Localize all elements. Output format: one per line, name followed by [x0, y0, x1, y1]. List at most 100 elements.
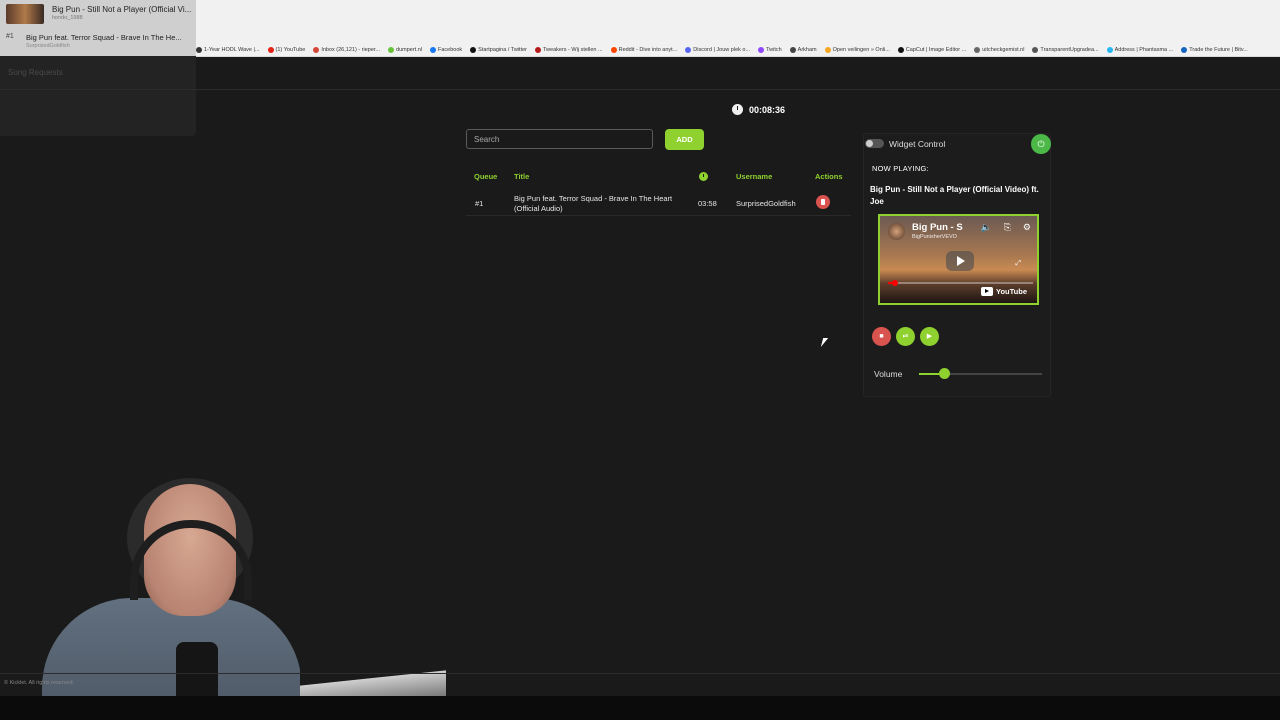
bookmark-favicon-icon — [267, 46, 274, 53]
bookmark-item[interactable]: TransparentUpgradea... — [1032, 44, 1099, 55]
bookmark-label: CapCut | Image Editor ... — [905, 46, 967, 53]
now-playing-thumbnail — [6, 4, 44, 24]
bookmark-favicon-icon — [758, 46, 765, 53]
bookmark-item[interactable]: Startpagina / Twitter — [470, 44, 527, 55]
bookmark-label: TransparentUpgradea... — [1040, 46, 1099, 53]
bookmark-favicon-icon — [1032, 46, 1039, 53]
clock-icon — [732, 104, 743, 115]
play-control-button[interactable]: ▶ — [920, 327, 939, 346]
song-title-line-1: Big Pun feat. Terror Squad - Brave In Th… — [514, 194, 673, 203]
bookmark-label: Arkham — [797, 46, 817, 53]
media-popover-title: Big Pun - Still Not a Player (Official V… — [52, 5, 192, 14]
bookmark-label: Startpagina / Twitter — [478, 46, 527, 53]
song-requests-label: Song Requests — [8, 68, 63, 77]
bookmark-label: 1-Year HODL Wave |... — [204, 46, 260, 53]
bookmark-item[interactable]: Open veilingen » Onli... — [824, 44, 890, 55]
bookmark-label: Tweakers - Wij stellen ... — [542, 46, 603, 53]
bookmark-label: Reddit - Dive into anyt... — [618, 46, 678, 53]
fullscreen-icon[interactable]: ⤢ — [1015, 260, 1021, 268]
bookmark-favicon-icon — [1106, 46, 1113, 53]
bookmark-label: uitcheckgemist.nl — [982, 46, 1025, 53]
bookmarks-list: 1-Year HODL Wave |... (1) YouTube Inbox (2… — [196, 44, 1248, 55]
search-input[interactable] — [466, 129, 653, 149]
bookmark-label: (1) YouTube — [275, 46, 306, 53]
media-popover[interactable]: Big Pun - Still Not a Player (Official V… — [0, 0, 196, 136]
youtube-logo[interactable]: YouTube — [981, 287, 1027, 296]
bookmark-label: dumpert.nl — [396, 46, 423, 53]
volume-label: Volume — [874, 369, 903, 379]
settings-icon[interactable]: ⚙ — [1023, 222, 1031, 233]
media-popover-queue-number: #1 — [6, 33, 14, 40]
add-button[interactable]: ADD — [665, 129, 704, 150]
bookmark-favicon-icon — [430, 46, 437, 53]
bookmark-item[interactable]: Facebook — [430, 44, 462, 55]
column-header-queue: Queue — [474, 172, 498, 181]
requester-username: SurprisedGoldfish — [736, 199, 796, 208]
pause-skip-button[interactable]: ⏯ — [896, 327, 915, 346]
stop-button[interactable]: ■ — [872, 327, 891, 346]
media-popover-header: Big Pun - Still Not a Player (Official V… — [0, 0, 196, 56]
widget-panel: Widget Control ⏻ NOW PLAYING: Big Pun - … — [863, 133, 1051, 397]
now-playing-title: Big Pun - Still Not a Player (Official V… — [870, 185, 1039, 206]
video-channel: BigPunisherVEVO — [912, 234, 957, 240]
bookmark-item[interactable]: (1) YouTube — [267, 44, 306, 55]
bookmark-item[interactable]: Arkham — [789, 44, 817, 55]
bookmark-item[interactable]: Discord | Jouw plek o... — [685, 44, 750, 55]
video-title: Big Pun - S — [912, 222, 963, 233]
bookmark-item[interactable]: Inbox (26,121) - rieper... — [313, 44, 380, 55]
bottom-bar — [0, 696, 1280, 720]
mute-icon[interactable]: 🔈 — [981, 222, 992, 233]
youtube-wordmark: YouTube — [996, 287, 1027, 296]
session-timer: 00:08:36 — [732, 104, 785, 115]
media-popover-queue-title: Big Pun feat. Terror Squad - Brave In Th… — [26, 33, 182, 42]
bookmark-item[interactable]: Tweakers - Wij stellen ... — [534, 44, 603, 55]
bookmark-item[interactable]: Trade the Future | Bitv... — [1181, 44, 1248, 55]
delete-button[interactable] — [816, 195, 830, 209]
video-progress-bar[interactable] — [888, 280, 1033, 286]
header-divider — [0, 89, 1280, 90]
now-playing-label: NOW PLAYING: — [872, 164, 929, 173]
bookmark-favicon-icon — [789, 46, 796, 53]
footer-copyright: © Kicklet. All rights reserved. — [4, 680, 75, 686]
column-header-title: Title — [514, 172, 530, 181]
bookmark-item[interactable]: dumpert.nl — [388, 44, 422, 55]
footer-divider — [0, 673, 1280, 674]
song-title-line-2: (Official Audio) — [514, 204, 563, 213]
youtube-play-icon — [981, 287, 994, 296]
bookmark-item[interactable]: 1-Year HODL Wave |... — [196, 44, 260, 55]
bookmark-favicon-icon — [897, 46, 904, 53]
queue-position: #1 — [475, 199, 484, 208]
bookmark-item[interactable]: CapCut | Image Editor ... — [897, 44, 967, 55]
song-duration: 03:58 — [698, 199, 717, 208]
media-popover-subtitle: hondo_1988 — [52, 15, 83, 21]
bookmark-item[interactable]: uitcheckgemist.nl — [974, 44, 1024, 55]
youtube-player[interactable]: Big Pun - S BigPunisherVEVO 🔈 ⎘ ⚙ ⤢ YouT… — [878, 214, 1039, 305]
bookmark-item[interactable]: Twitch — [758, 44, 782, 55]
video-progress-handle[interactable] — [892, 280, 899, 286]
bookmark-favicon-icon — [470, 46, 477, 53]
volume-slider[interactable] — [919, 368, 1042, 379]
power-button[interactable]: ⏻ — [1031, 134, 1051, 154]
bookmark-favicon-icon — [610, 46, 617, 53]
bookmark-favicon-icon — [196, 46, 202, 53]
bookmark-favicon-icon — [685, 46, 692, 53]
bookmark-favicon-icon — [1181, 46, 1188, 53]
timer-value: 00:08:36 — [749, 104, 786, 115]
widget-control-label: Widget Control — [889, 139, 946, 149]
bookmark-label: Open veilingen » Onli... — [832, 46, 890, 53]
bookmark-label: Twitch — [766, 46, 782, 53]
volume-handle[interactable] — [938, 368, 950, 379]
bookmark-label: Inbox (26,121) - rieper... — [321, 46, 381, 53]
play-button[interactable] — [946, 251, 974, 271]
table-row: #1 Big Pun feat. Terror Squad - Brave In… — [466, 189, 851, 216]
widget-control-toggle[interactable] — [865, 139, 884, 148]
bookmark-item[interactable]: Address | Phantasma ... — [1106, 44, 1173, 55]
duration-clock-icon — [699, 172, 708, 181]
bookmark-item[interactable]: Reddit - Dive into anyt... — [610, 44, 678, 55]
bookmark-label: Trade the Future | Bitv... — [1189, 46, 1248, 53]
bookmark-favicon-icon — [388, 46, 395, 53]
channel-avatar — [888, 223, 905, 240]
captions-icon[interactable]: ⎘ — [1004, 222, 1011, 233]
bookmark-favicon-icon — [313, 46, 320, 53]
bookmark-favicon-icon — [974, 46, 981, 53]
